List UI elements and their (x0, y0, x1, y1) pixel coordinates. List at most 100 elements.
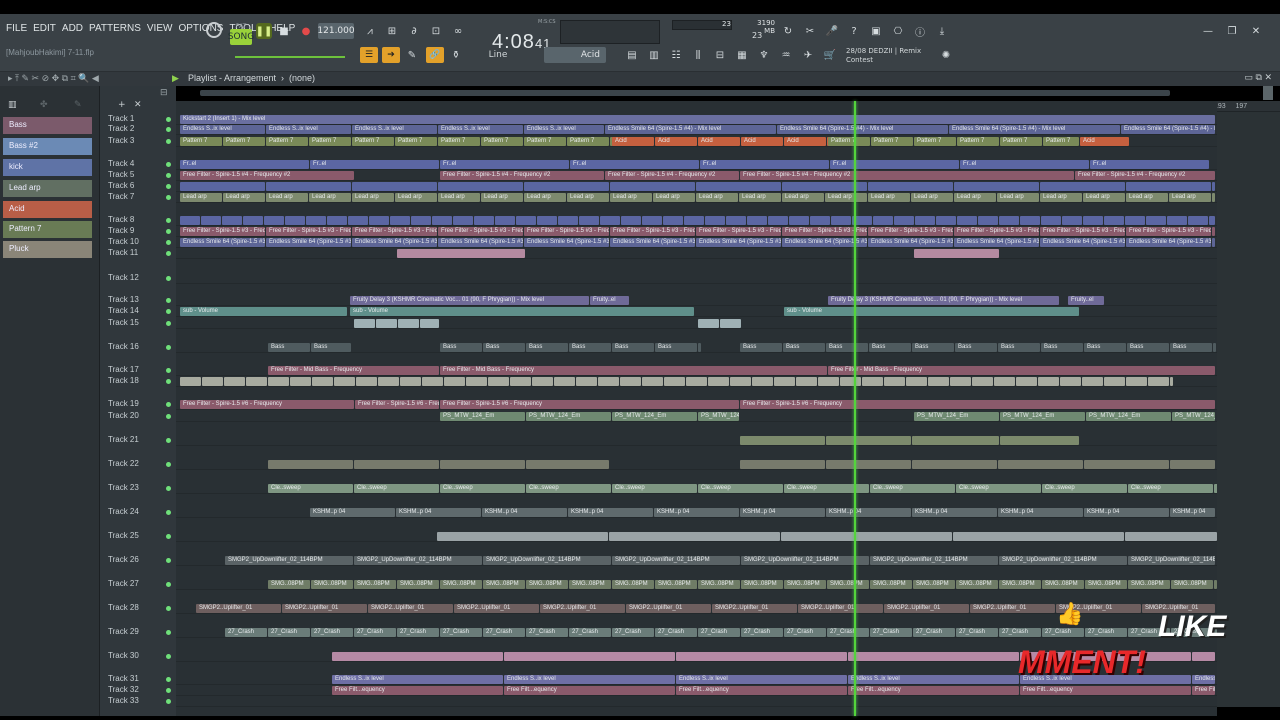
clip[interactable] (1000, 436, 1079, 445)
picker-menu-icon[interactable]: ▥ (8, 100, 17, 110)
clip[interactable] (740, 460, 825, 469)
clip[interactable]: Endless S..ix level (438, 125, 523, 134)
clip[interactable]: Bass (268, 343, 310, 352)
clip[interactable] (1083, 216, 1103, 225)
clip[interactable]: Free Filter - Spire-1.5 #3 - Frequency (1040, 227, 1125, 236)
clip[interactable] (708, 377, 729, 386)
track-label[interactable]: Track 20 (108, 411, 139, 420)
clip[interactable]: Free Filter - Spire-1.5 #3 - Frequency (1212, 227, 1215, 236)
clip[interactable]: Pattern 7 (567, 137, 609, 146)
clip[interactable]: PS_MTW_124_Em (612, 412, 697, 421)
clip[interactable]: Pattern 7 (957, 137, 999, 146)
clip[interactable] (999, 216, 1019, 225)
help-icon[interactable]: ? (846, 23, 862, 39)
clip[interactable]: 27_Crash (526, 628, 568, 637)
clip[interactable]: 27_Crash (225, 628, 267, 637)
clip[interactable] (768, 216, 788, 225)
clip[interactable] (848, 652, 1019, 661)
track-mute-led[interactable] (166, 630, 171, 635)
clip[interactable]: Acid (1080, 137, 1129, 146)
clip[interactable]: SMGP2..Uplifter_01 (540, 604, 625, 613)
clip[interactable] (1146, 216, 1166, 225)
clip[interactable]: Endless S..ix level (332, 675, 503, 684)
clip[interactable]: Pattern 7 (524, 137, 566, 146)
track-label[interactable]: Track 16 (108, 342, 139, 351)
clip[interactable]: Bass (311, 343, 351, 352)
master-pitch-slider[interactable] (235, 56, 345, 58)
clip[interactable]: Lead arp (868, 193, 910, 202)
track-mute-led[interactable] (166, 309, 171, 314)
track-label[interactable]: Track 14 (108, 306, 139, 315)
plugin-picker-icon[interactable]: ♒ (778, 47, 794, 63)
clip[interactable]: Fr..el (180, 160, 309, 169)
clip[interactable] (532, 377, 553, 386)
clip[interactable] (621, 216, 641, 225)
clip[interactable]: PS_MTW_124_Em (698, 412, 739, 421)
clip[interactable]: Cle..sweep (268, 484, 353, 493)
clip[interactable]: Free Filter - Spire-1.5 #6 - Frequency (355, 400, 439, 409)
clip[interactable]: Fr..el (960, 160, 1089, 169)
clip[interactable]: Free Filt...equency (332, 686, 503, 695)
clip[interactable] (730, 377, 751, 386)
minimize-icon[interactable]: — (1200, 23, 1216, 39)
clip[interactable]: SMGP2..Uplifter_01 (282, 604, 367, 613)
save-icon[interactable]: ▣ (868, 23, 884, 39)
track-mute-led[interactable] (166, 677, 171, 682)
mixer-icon[interactable]: ⫼ (690, 47, 706, 63)
clip[interactable]: Bass (440, 343, 482, 352)
clip[interactable] (348, 216, 368, 225)
track-label[interactable]: Track 8 (108, 215, 134, 224)
clip[interactable] (440, 460, 525, 469)
clip[interactable] (312, 377, 333, 386)
menu-patterns[interactable]: PATTERNS (89, 23, 141, 34)
clip[interactable]: Endless Smile 64 (Spire-1.5 #3) - Mix le… (1212, 238, 1215, 247)
track-mute-led[interactable] (166, 276, 171, 281)
cut-icon[interactable]: ✂ (802, 23, 818, 39)
clip[interactable] (422, 377, 443, 386)
mic-icon[interactable]: 🎤 (824, 23, 840, 39)
clip[interactable]: 27_Crash (612, 628, 654, 637)
clip[interactable]: SMG..08PM (397, 580, 439, 589)
clip[interactable] (438, 182, 523, 191)
track-mode-icon[interactable]: ⊟ (160, 88, 168, 98)
track-mute-led[interactable] (166, 173, 171, 178)
channel-kick[interactable]: kick (3, 159, 92, 176)
clip[interactable] (420, 319, 439, 328)
clip[interactable]: 27_Crash (870, 628, 912, 637)
clip[interactable] (912, 460, 997, 469)
plugin-database-icon[interactable]: ♆ (756, 47, 772, 63)
clip[interactable] (1126, 377, 1147, 386)
clip[interactable] (1020, 216, 1040, 225)
clip[interactable]: KSHM..p 04 (740, 508, 825, 517)
track-label[interactable]: Track 25 (108, 531, 139, 540)
clip[interactable]: 27_Crash (956, 628, 998, 637)
clip[interactable]: sub - Volume (180, 307, 347, 316)
clip[interactable]: SMG..08PM (870, 580, 912, 589)
clip[interactable]: Pattern 7 (438, 137, 480, 146)
clip[interactable]: Cle..sweep (870, 484, 955, 493)
track-mute-led[interactable] (166, 218, 171, 223)
clip[interactable] (390, 216, 410, 225)
clip[interactable] (1041, 216, 1061, 225)
clip[interactable]: SMGP2..Uplifter_01 (454, 604, 539, 613)
clip[interactable] (915, 216, 935, 225)
clip[interactable] (747, 216, 767, 225)
track-label[interactable]: Track 32 (108, 685, 139, 694)
track-mute-led[interactable] (166, 117, 171, 122)
clip[interactable]: Free Filter - Spire-1.5 #3 - Frequency (610, 227, 695, 236)
clip[interactable] (268, 377, 289, 386)
clip[interactable]: Pattern 7 (352, 137, 394, 146)
clip[interactable] (873, 216, 893, 225)
clip[interactable]: Endless Smile 64 (Spire-1.5 #3) - Mix le… (1040, 238, 1125, 247)
clip[interactable] (180, 216, 200, 225)
clip[interactable]: Lead arp (1169, 193, 1211, 202)
track-mute-led[interactable] (166, 534, 171, 539)
clip[interactable] (914, 249, 999, 258)
track-label[interactable]: Track 12 (108, 273, 139, 282)
clip[interactable] (1170, 460, 1215, 469)
clip[interactable] (327, 216, 347, 225)
clip[interactable]: Free Filter - Spire-1.5 #6 - Frequency (740, 400, 1215, 409)
clip[interactable]: KSHM..p 04 (568, 508, 653, 517)
clip[interactable]: SMGP2_UpDownlifter_02_114BPM (354, 556, 482, 565)
clip[interactable] (1125, 216, 1145, 225)
